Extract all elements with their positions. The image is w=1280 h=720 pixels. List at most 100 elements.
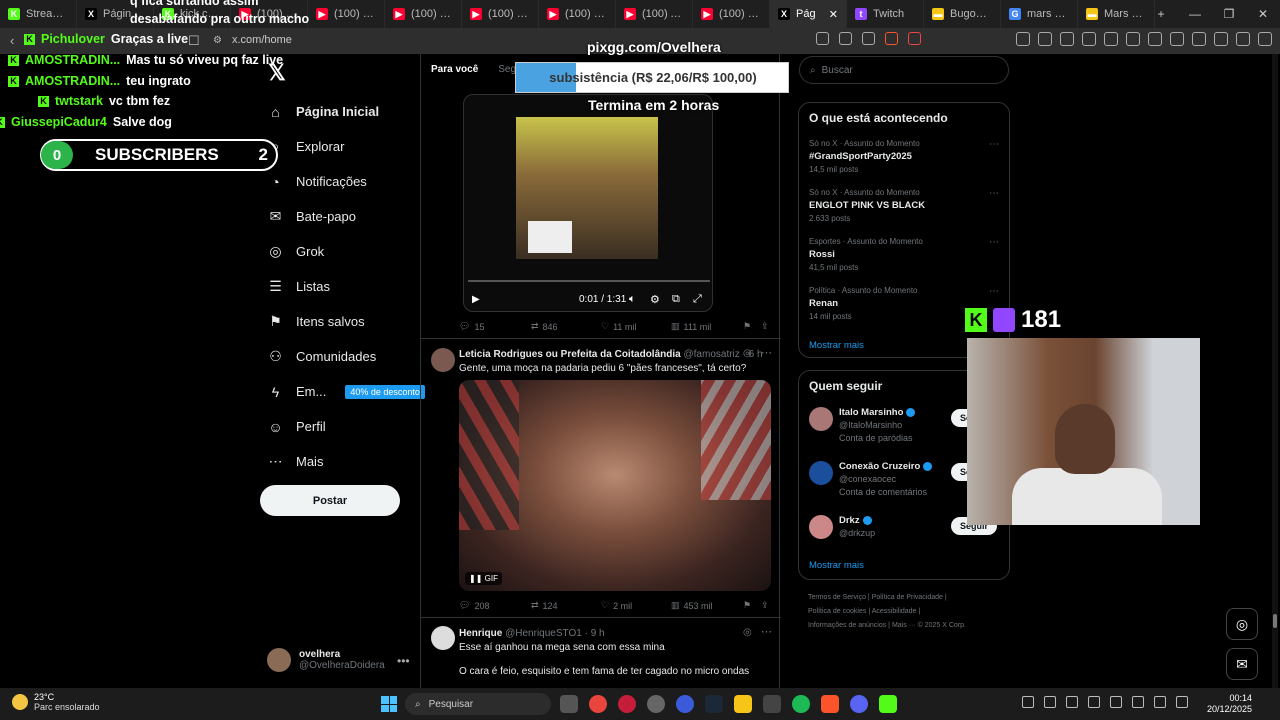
sidebar-icon[interactable] <box>1170 32 1184 46</box>
bluetooth-icon[interactable] <box>1110 696 1122 708</box>
minimize-button[interactable]: — <box>1178 7 1212 21</box>
browser-tab[interactable]: X Pág ✕ <box>770 0 847 28</box>
fullscreen-icon[interactable]: ⤢ <box>693 293 702 306</box>
footer-link[interactable]: Acessibilidade <box>872 608 917 615</box>
spotify-icon[interactable] <box>792 695 810 713</box>
footer-link[interactable]: Política de cookies <box>808 608 866 615</box>
nav-item-premium[interactable]: ϟ Em... 40% de desconto <box>268 384 425 400</box>
browser-tab[interactable]: ▶ (100) 2 equ <box>693 0 770 28</box>
more-icon[interactable]: ••• <box>397 654 410 668</box>
leo-icon[interactable] <box>1214 32 1228 46</box>
nav-item-more[interactable]: ⋯ Mais <box>268 453 324 469</box>
video-player[interactable]: ▶ 0:01 / 1:31 🔈︎ ⚙ ⧉ ⤢ <box>463 94 713 312</box>
footer-link[interactable]: Mais ··· <box>892 622 916 629</box>
task-view-icon[interactable] <box>560 695 578 713</box>
follow-suggestion[interactable]: Conexão Cruzeiro @conexaocec Conta de come… <box>809 461 933 497</box>
browser-tab[interactable]: ▶ (100) Heartl <box>385 0 462 28</box>
nav-item-chat[interactable]: ✉ Bate-papo <box>268 208 356 224</box>
show-more-trends[interactable]: Mostrar mais <box>809 340 864 351</box>
browser-tab[interactable]: K Stream - Ki <box>0 0 77 28</box>
volume-icon[interactable]: 🔈︎ <box>629 293 636 306</box>
more-icon[interactable]: ⋯ <box>761 625 772 638</box>
shield-icon[interactable] <box>1236 32 1250 46</box>
more-icon[interactable]: ⋯ <box>989 286 999 297</box>
bookmark-button[interactable]: ⚑ <box>743 321 751 332</box>
volume-icon[interactable] <box>1176 696 1188 708</box>
browser-tab[interactable]: ▶ (100) A SEIT <box>616 0 693 28</box>
kick-icon[interactable] <box>879 695 897 713</box>
chevron-up-icon[interactable] <box>1022 696 1034 708</box>
grok-fab-button[interactable]: ◎ <box>1226 608 1258 640</box>
more-icon[interactable]: ⋯ <box>761 346 772 359</box>
views-button[interactable]: ▥ 453 mil <box>671 600 713 611</box>
show-more-follow[interactable]: Mostrar mais <box>809 560 864 571</box>
discord-icon[interactable] <box>850 695 868 713</box>
extension-icon[interactable] <box>1038 32 1052 46</box>
more-icon[interactable]: ⋯ <box>989 237 999 248</box>
like-button[interactable]: ♡ 2 mil <box>601 600 632 611</box>
pip-icon[interactable]: ⧉ <box>672 293 680 306</box>
opera-icon[interactable] <box>618 695 636 713</box>
settings-icon[interactable]: ⚙ <box>650 293 660 306</box>
tray-icon[interactable] <box>1066 696 1078 708</box>
nav-item-lists[interactable]: ☰ Listas <box>268 278 330 294</box>
browser-tab[interactable]: Gmars expres <box>1001 0 1078 28</box>
follow-suggestion[interactable]: Italo Marsinho @ItaloMarsinho Conta de par… <box>809 407 916 443</box>
post-button[interactable]: Postar <box>260 485 400 516</box>
gif-media[interactable]: ❚❚ GIF <box>459 380 771 591</box>
new-tab-button[interactable]: + <box>1144 7 1178 21</box>
extension-icon[interactable] <box>1016 32 1030 46</box>
nav-item-home[interactable]: ⌂ Página Inicial <box>268 104 379 120</box>
install-icon[interactable] <box>816 32 829 45</box>
steam-icon[interactable] <box>705 695 723 713</box>
footer-link[interactable]: Política de Privacidade <box>872 594 943 601</box>
search-input[interactable]: ⌕ Buscar <box>799 56 1009 84</box>
file-explorer-icon[interactable] <box>734 695 752 713</box>
nav-item-communities[interactable]: ⚇ Comunidades <box>268 348 376 364</box>
more-icon[interactable]: ⋯ <box>989 139 999 150</box>
share-button[interactable]: ⇪ <box>761 321 769 332</box>
play-icon[interactable]: ▶ <box>472 294 480 305</box>
nav-item-bookmarks[interactable]: ⚑ Itens salvos <box>268 313 364 329</box>
browser-tab[interactable]: ▬ Bugonia (20 <box>924 0 1001 28</box>
avatar[interactable] <box>431 348 455 372</box>
footer-link[interactable]: Termos de Serviço <box>808 594 866 601</box>
puzzle-icon[interactable] <box>1126 32 1140 46</box>
share-icon[interactable] <box>862 32 875 45</box>
reply-button[interactable]: 💬︎ 15 <box>459 321 484 332</box>
microphone-icon[interactable] <box>1154 696 1166 708</box>
reply-button[interactable]: 💬︎ 208 <box>459 600 489 611</box>
trend-item[interactable]: Só no X · Assunto do Momento #GrandSportP… <box>809 139 999 174</box>
browser-tab[interactable]: ▶ (100) EPSTE <box>462 0 539 28</box>
follow-suggestion[interactable]: Drkz @drkzup <box>809 515 875 539</box>
tray-icon[interactable] <box>1044 696 1056 708</box>
clock[interactable]: 00:14 20/12/2025 <box>1207 693 1252 715</box>
nav-item-grok[interactable]: ◎ Grok <box>268 243 324 259</box>
app-icon[interactable] <box>763 695 781 713</box>
nav-item-explore[interactable]: ⌕Explorar <box>268 138 345 154</box>
grok-icon[interactable]: ◎ <box>743 348 752 359</box>
extension-icon[interactable] <box>1060 32 1074 46</box>
zoom-icon[interactable] <box>839 32 852 45</box>
tab-for-you[interactable]: Para você <box>421 54 488 86</box>
grok-icon[interactable]: ◎ <box>743 627 752 638</box>
bookmark-icon[interactable]: ☐ <box>188 33 200 49</box>
trend-item[interactable]: Esportes · Assunto do Momento Rossi 41,5 m… <box>809 237 999 272</box>
wallet-icon[interactable] <box>1192 32 1206 46</box>
retweet-button[interactable]: ⇄ 846 <box>531 321 558 332</box>
bookmark-button[interactable]: ⚑ <box>743 600 751 611</box>
extension-icon[interactable] <box>1104 32 1118 46</box>
video-progress-bar[interactable] <box>468 280 710 282</box>
tray-icon[interactable] <box>1132 696 1144 708</box>
weather-widget[interactable]: 23°C Parc ensolarado <box>12 692 100 712</box>
account-switcher[interactable]: ovelhera @OvelheraDoidera ••• <box>267 648 410 672</box>
windows-start-icon[interactable] <box>381 696 397 712</box>
app-icon[interactable] <box>676 695 694 713</box>
brave-shield-icon[interactable] <box>885 32 898 45</box>
tray-icon[interactable] <box>1088 696 1100 708</box>
nav-item-profile[interactable]: ☺ Perfil <box>268 419 325 435</box>
back-icon[interactable]: ‹ <box>10 33 14 48</box>
media-icon[interactable] <box>1148 32 1162 46</box>
close-tab-icon[interactable]: ✕ <box>829 8 838 21</box>
share-button[interactable]: ⇪ <box>761 600 769 611</box>
